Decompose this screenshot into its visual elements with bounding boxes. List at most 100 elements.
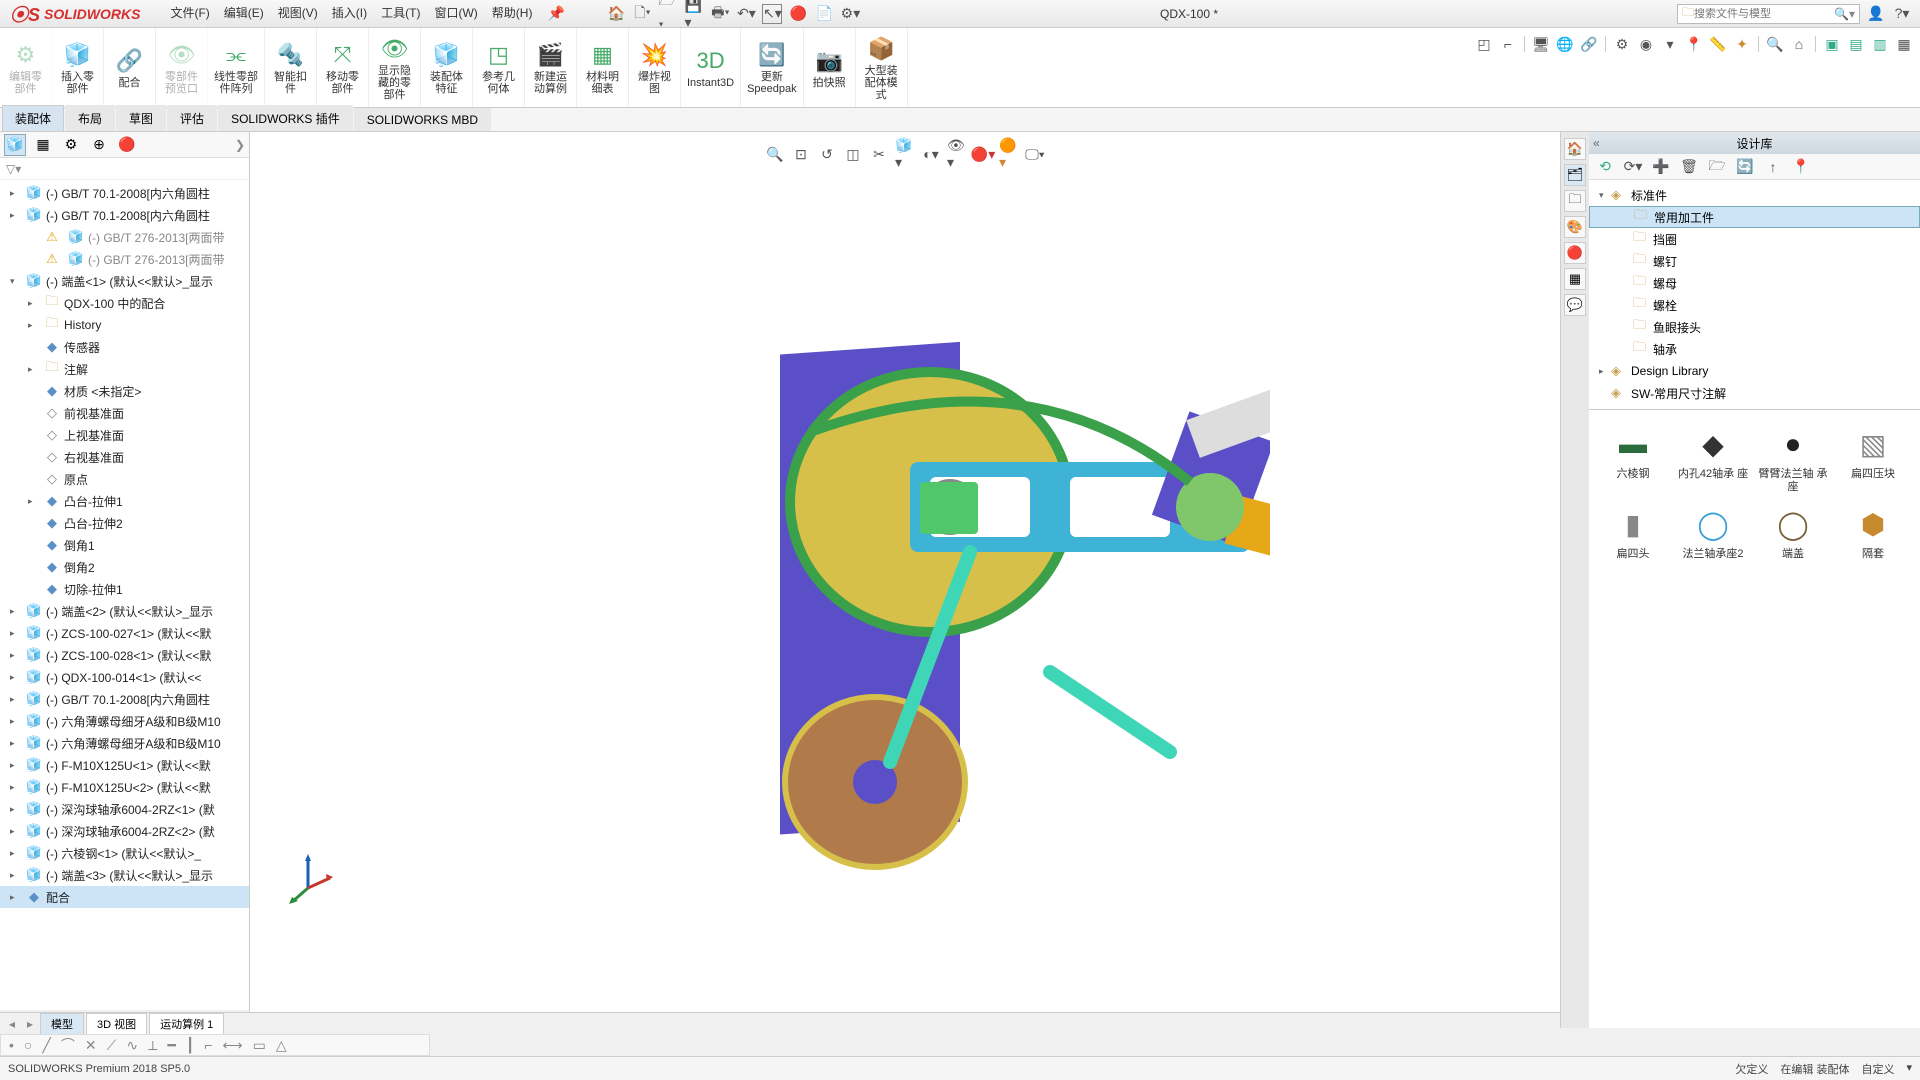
tree-expand-icon[interactable]: ▸	[10, 188, 22, 199]
lib-thumb-法兰轴承座2[interactable]: ◯法兰轴承座2	[1677, 502, 1749, 561]
lib-thumb-扁四压块[interactable]: ▧扁四压块	[1837, 422, 1909, 494]
ribbon-智能扣件[interactable]: 🔩智能扣 件	[265, 28, 317, 107]
zoom-fit-icon[interactable]: 🔍	[765, 144, 785, 164]
fm-display-tab-icon[interactable]: 🔴	[116, 134, 138, 156]
tree-node[interactable]: ▸◇右视基准面	[0, 446, 249, 468]
ribbon-装配体特征[interactable]: 🧊装配体 特征	[421, 28, 473, 107]
tree-node[interactable]: ▸◆倒角2	[0, 556, 249, 578]
tree-node[interactable]: ▸◇上视基准面	[0, 424, 249, 446]
rb-icon-1[interactable]: ◰	[1474, 34, 1494, 54]
ribbon-Instant3D[interactable]: 3DInstant3D	[681, 28, 741, 107]
view-orient-icon[interactable]: 🧊▾	[895, 144, 915, 164]
lib-expand-icon[interactable]: ▾	[1599, 190, 1611, 201]
fm-tree-tab-icon[interactable]: 🧊	[4, 134, 26, 156]
print-icon[interactable]: 🖶▾	[710, 4, 730, 24]
tree-expand-icon[interactable]: ▸	[10, 782, 22, 793]
zoom-area-icon[interactable]: ⊡	[791, 144, 811, 164]
btab-prev-icon[interactable]: ◂	[4, 1017, 20, 1031]
tree-node[interactable]: ▸🗀QDX-100 中的配合	[0, 292, 249, 314]
tree-expand-icon[interactable]: ▾	[10, 276, 22, 287]
tree-expand-icon[interactable]: ▸	[28, 320, 40, 331]
tree-node[interactable]: ▸◆倒角1	[0, 534, 249, 556]
graphics-viewport[interactable]: 🔍 ⊡ ↺ ◫ ✂ 🧊▾ ◐▾ 👁▾ 🔴▾ 🟠▾ 🖵▾	[250, 132, 1560, 1028]
lib-open-icon[interactable]: 🗁	[1707, 157, 1727, 177]
search-icon[interactable]: 🔍▾	[1834, 7, 1855, 21]
sk-ref2-icon[interactable]: △	[276, 1037, 287, 1054]
lib-tree-node[interactable]: ▸🗀常用加工件	[1589, 206, 1920, 228]
tree-node[interactable]: ▸🧊(-) GB/T 70.1-2008[内六角圆柱	[0, 204, 249, 226]
lib-back-icon[interactable]: ⟲	[1595, 157, 1615, 177]
sk-horiz-icon[interactable]: ━	[167, 1037, 175, 1054]
ribbon-插入零部件[interactable]: 🧊插入零 部件	[52, 28, 104, 107]
lib-pin-icon[interactable]: 📍	[1791, 157, 1811, 177]
sk-tangent-icon[interactable]: ⟋	[107, 1037, 117, 1054]
lib-tree-node[interactable]: ▸◈SW-常用尺寸注解	[1589, 382, 1920, 404]
menu-window[interactable]: 窗口(W)	[434, 4, 477, 24]
tree-expand-icon[interactable]: ▸	[10, 650, 22, 661]
lib-thumb-扁四头[interactable]: ▮扁四头	[1597, 502, 1669, 561]
tp-appearance-scene-icon[interactable]: 🔴	[1564, 242, 1586, 264]
collapse-icon[interactable]: «	[1593, 136, 1600, 150]
tree-node[interactable]: ▸◆切除-拉伸1	[0, 578, 249, 600]
home-icon[interactable]: 🏠	[606, 4, 626, 24]
lib-tree-node[interactable]: ▸🗀螺母	[1589, 272, 1920, 294]
display-style-icon[interactable]: ◐▾	[921, 144, 941, 164]
ribbon-新建运动算例[interactable]: 🎬新建运 动算例	[525, 28, 577, 107]
rb-icon-mag[interactable]: 🔍	[1765, 34, 1785, 54]
lib-tree-node[interactable]: ▾◈标准件	[1589, 184, 1920, 206]
search-box[interactable]: 🗀 🔍▾	[1677, 4, 1860, 24]
menu-help[interactable]: 帮助(H)	[492, 4, 533, 24]
sk-spline-icon[interactable]: ∿	[126, 1037, 138, 1054]
lib-tree-node[interactable]: ▸◈Design Library	[1589, 360, 1920, 382]
tree-node[interactable]: ▸🧊(-) ZCS-100-028<1> (默认<<默	[0, 644, 249, 666]
prev-view-icon[interactable]: ↺	[817, 144, 837, 164]
hide-show-icon[interactable]: 👁▾	[947, 144, 967, 164]
tree-expand-icon[interactable]: ▸	[10, 628, 22, 639]
fm-expand-icon[interactable]: ❯	[235, 138, 245, 152]
sk-perp-icon[interactable]: ⟂	[148, 1037, 157, 1054]
tree-expand-icon[interactable]: ▸	[10, 606, 22, 617]
tree-expand-icon[interactable]: ▸	[28, 298, 40, 309]
menu-insert[interactable]: 插入(I)	[332, 4, 367, 24]
tp-explorer-icon[interactable]: 🗀	[1564, 190, 1586, 212]
tree-node[interactable]: ▸◆材质 <未指定>	[0, 380, 249, 402]
tree-expand-icon[interactable]: ▸	[10, 848, 22, 859]
tab-SOLIDWORKS 插件[interactable]: SOLIDWORKS 插件	[218, 105, 353, 131]
doc-icon[interactable]: 📄	[814, 4, 834, 24]
sk-circle-icon[interactable]: ○	[24, 1037, 32, 1053]
help-q-icon[interactable]: ?▾	[1892, 4, 1912, 24]
tree-node[interactable]: ▸🧊(-) GB/T 70.1-2008[内六角圆柱	[0, 688, 249, 710]
tab-SOLIDWORKS MBD[interactable]: SOLIDWORKS MBD	[354, 108, 491, 131]
lib-thumb-内孔42轴承[interactable]: ◆内孔42轴承 座	[1677, 422, 1749, 494]
ribbon-拍快照[interactable]: 📷拍快照	[804, 28, 856, 107]
ribbon-爆炸视图[interactable]: 💥爆炸视 图	[629, 28, 681, 107]
view-triad[interactable]	[278, 848, 338, 908]
rb-icon-2[interactable]: ⌐	[1498, 34, 1518, 54]
lib-tree-node[interactable]: ▸🗀鱼眼接头	[1589, 316, 1920, 338]
tp-view-palette-icon[interactable]: 🎨	[1564, 216, 1586, 238]
pin-icon[interactable]: 📌	[546, 4, 566, 24]
tree-expand-icon[interactable]: ▸	[10, 892, 22, 903]
tree-node[interactable]: ▸🧊(-) 端盖<3> (默认<<默认>_显示	[0, 864, 249, 886]
fm-config-tab-icon[interactable]: ⚙	[60, 134, 82, 156]
ribbon-显示隐藏的零部件[interactable]: 👁显示隐 藏的零 部件	[369, 28, 421, 107]
tree-node[interactable]: ▾🧊(-) 端盖<1> (默认<<默认>_显示	[0, 270, 249, 292]
tp-library-icon[interactable]: 🗂	[1564, 164, 1586, 186]
tree-expand-icon[interactable]: ▸	[10, 716, 22, 727]
fm-property-tab-icon[interactable]: ▦	[32, 134, 54, 156]
tree-node[interactable]: ▸🧊(-) GB/T 70.1-2008[内六角圆柱	[0, 182, 249, 204]
tree-expand-icon[interactable]: ▸	[10, 870, 22, 881]
scene-icon[interactable]: 🟠▾	[999, 144, 1019, 164]
sk-arc-icon[interactable]: ⌒	[61, 1035, 75, 1055]
tree-node[interactable]: ▸🧊(-) ZCS-100-027<1> (默认<<默	[0, 622, 249, 644]
tp-forum-icon[interactable]: 💬	[1564, 294, 1586, 316]
tree-node[interactable]: ▸⚠🧊(-) GB/T 276-2013[两面带	[0, 226, 249, 248]
bottom-tab-3D 视图[interactable]: 3D 视图	[86, 1013, 147, 1035]
rb-icon-g3[interactable]: ▥	[1870, 34, 1890, 54]
rb-icon-g1[interactable]: ▣	[1822, 34, 1842, 54]
lib-thumb-臂臂法兰轴[interactable]: ●臂臂法兰轴 承座	[1757, 422, 1829, 494]
sk-dim-icon[interactable]: ⟷	[223, 1037, 243, 1054]
ribbon-更新Speedpak[interactable]: 🔄更新 Speedpak	[741, 28, 804, 107]
tree-expand-icon[interactable]: ▸	[28, 496, 40, 507]
tree-expand-icon[interactable]: ▸	[10, 210, 22, 221]
